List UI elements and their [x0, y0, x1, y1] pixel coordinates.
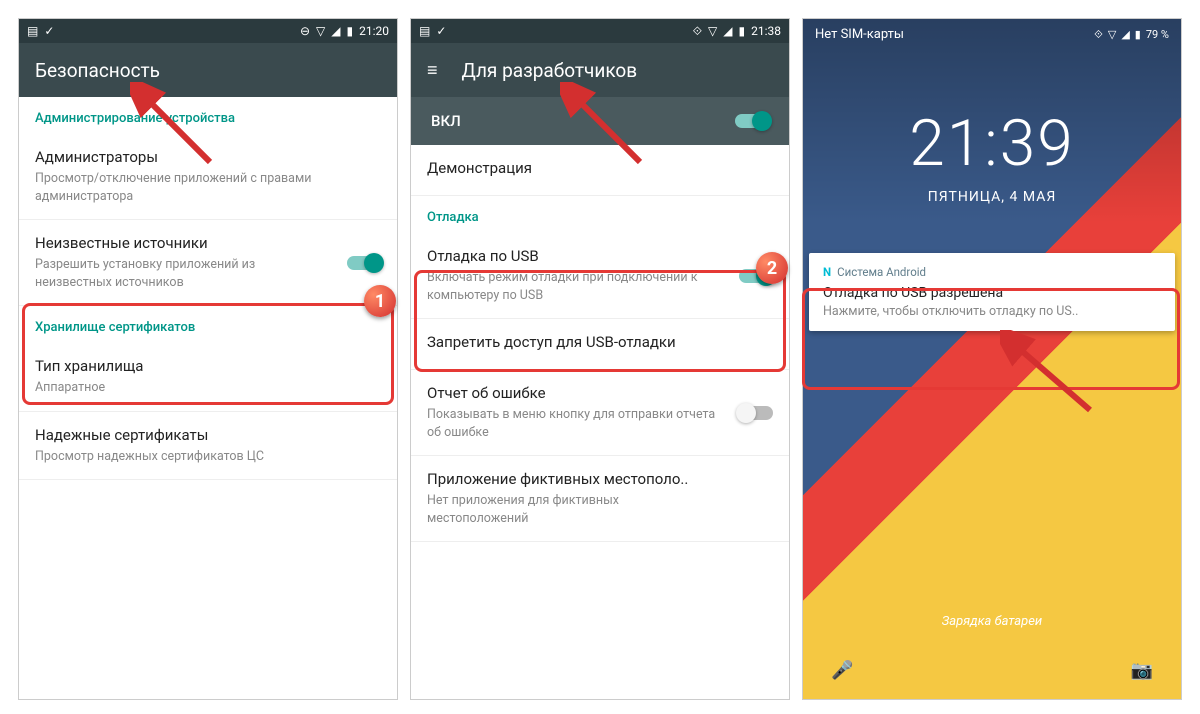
item-title: Демонстрация	[427, 159, 773, 177]
statusbar-lock: Нет SIM-карты ⟐ ▽ ◢ ▮ 79 %	[803, 19, 1181, 50]
item-sub: Просмотр/отключение приложений с правами…	[35, 170, 381, 205]
sim-status: Нет SIM-карты	[815, 27, 904, 42]
picture-icon: ▤	[27, 24, 38, 38]
android-icon: N	[823, 265, 831, 279]
item-trusted-certs[interactable]: Надежные сертификаты Просмотр надежных с…	[19, 412, 397, 481]
toggle-unknown-sources[interactable]	[347, 256, 381, 270]
badge-1: 1	[364, 285, 396, 317]
section-debug: Отладка	[411, 196, 789, 233]
item-title: Отладка по USB	[427, 247, 773, 265]
statusbar-time: 21:38	[751, 24, 781, 38]
phone-lockscreen: Нет SIM-карты ⟐ ▽ ◢ ▮ 79 % 21:39 ПЯТНИЦА…	[802, 18, 1182, 700]
section-device-admin: Администрирование устройства	[19, 97, 397, 134]
item-title: Запретить доступ для USB-отладки	[427, 333, 773, 351]
item-mock-location[interactable]: Приложение фиктивных местополо.. Нет при…	[411, 456, 789, 542]
lockscreen-clock: 21:39	[803, 106, 1181, 181]
content: Демонстрация Отладка Отладка по USB Вклю…	[411, 145, 789, 542]
phone-developer: ▤ ✓ ⟐ ▽ ◢ ▮ 21:38 ≡ Для разработчиков ВК…	[410, 18, 790, 700]
wifi-icon: ▽	[708, 24, 717, 38]
toggle-dev-options[interactable]	[735, 114, 769, 128]
item-revoke-usb[interactable]: Запретить доступ для USB-отладки	[411, 319, 789, 370]
item-title: Приложение фиктивных местополо..	[427, 470, 773, 488]
statusbar-time: 21:20	[359, 24, 389, 38]
item-title: Тип хранилища	[35, 357, 381, 375]
lockscreen-date: ПЯТНИЦА, 4 МАЯ	[803, 189, 1181, 205]
signal-icon: ◢	[1121, 28, 1129, 41]
item-title: Надежные сертификаты	[35, 426, 381, 444]
vibrate-icon: ⟐	[693, 24, 702, 39]
header-developer: ≡ Для разработчиков	[411, 43, 789, 97]
toggle-bug-report[interactable]	[739, 406, 773, 420]
item-unknown-sources[interactable]: Неизвестные источники Разрешить установк…	[19, 220, 397, 306]
notif-sub: Нажмите, чтобы отключить отладку по US..	[823, 304, 1161, 319]
dev-options-toggle-row[interactable]: ВКЛ	[411, 97, 789, 145]
header-title: Безопасность	[35, 59, 160, 82]
battery-icon: ▮	[347, 24, 354, 38]
battery-pct: 79 %	[1146, 28, 1169, 41]
battery-icon: ▮	[1135, 28, 1141, 41]
notif-title: Отладка по USB разрешена	[823, 285, 1161, 301]
check-icon: ✓	[436, 24, 446, 38]
item-title: Отчет об ошибке	[427, 384, 773, 402]
picture-icon: ▤	[419, 24, 430, 38]
header-title: Для разработчиков	[462, 59, 638, 82]
notif-app: N Система Android	[823, 265, 1161, 279]
item-usb-debug[interactable]: Отладка по USB Включать режим отладки пр…	[411, 233, 789, 319]
battery-icon: ▮	[739, 24, 746, 38]
wifi-icon: ▽	[1108, 28, 1116, 41]
camera-icon[interactable]: 📷	[1131, 660, 1153, 681]
notification-usb-debug[interactable]: N Система Android Отладка по USB разреше…	[809, 253, 1175, 331]
lock-content: Нет SIM-карты ⟐ ▽ ◢ ▮ 79 % 21:39 ПЯТНИЦА…	[803, 19, 1181, 331]
signal-icon: ◢	[331, 24, 340, 38]
dnd-icon: ⊖	[300, 24, 310, 38]
item-storage-type[interactable]: Тип хранилища Аппаратное	[19, 343, 397, 412]
statusbar: ▤ ✓ ⟐ ▽ ◢ ▮ 21:38	[411, 19, 789, 43]
item-title: Неизвестные источники	[35, 234, 381, 252]
item-sub: Разрешить установку приложений из неизве…	[35, 256, 381, 291]
item-sub: Аппаратное	[35, 379, 381, 397]
signal-icon: ◢	[723, 24, 732, 38]
item-sub: Нет приложения для фиктивных местоположе…	[427, 492, 773, 527]
voice-icon[interactable]: 🎤	[831, 660, 853, 681]
item-title: Администраторы	[35, 148, 381, 166]
bottom-icons: 🎤 📷	[803, 660, 1181, 681]
content: Администрирование устройства Администрат…	[19, 97, 397, 480]
wifi-icon: ▽	[316, 24, 325, 38]
phone-security: ▤ ✓ ⊖ ▽ ◢ ▮ 21:20 Безопасность Администр…	[18, 18, 398, 700]
item-sub: Включать режим отладки при подключении к…	[427, 269, 773, 304]
charging-status: Зарядка батареи	[803, 614, 1181, 629]
vibrate-icon: ⟐	[1094, 28, 1103, 42]
toggle-label: ВКЛ	[431, 112, 461, 130]
statusbar: ▤ ✓ ⊖ ▽ ◢ ▮ 21:20	[19, 19, 397, 43]
item-demo[interactable]: Демонстрация	[411, 145, 789, 196]
item-bug-report[interactable]: Отчет об ошибке Показывать в меню кнопку…	[411, 370, 789, 456]
check-icon: ✓	[44, 24, 54, 38]
item-sub: Просмотр надежных сертификатов ЦС	[35, 448, 381, 466]
header-security: Безопасность	[19, 43, 397, 97]
item-administrators[interactable]: Администраторы Просмотр/отключение прило…	[19, 134, 397, 220]
section-cert-storage: Хранилище сертификатов	[19, 306, 397, 343]
badge-2: 2	[756, 252, 788, 284]
item-sub: Показывать в меню кнопку для отправки от…	[427, 406, 773, 441]
hamburger-icon[interactable]: ≡	[427, 60, 438, 81]
